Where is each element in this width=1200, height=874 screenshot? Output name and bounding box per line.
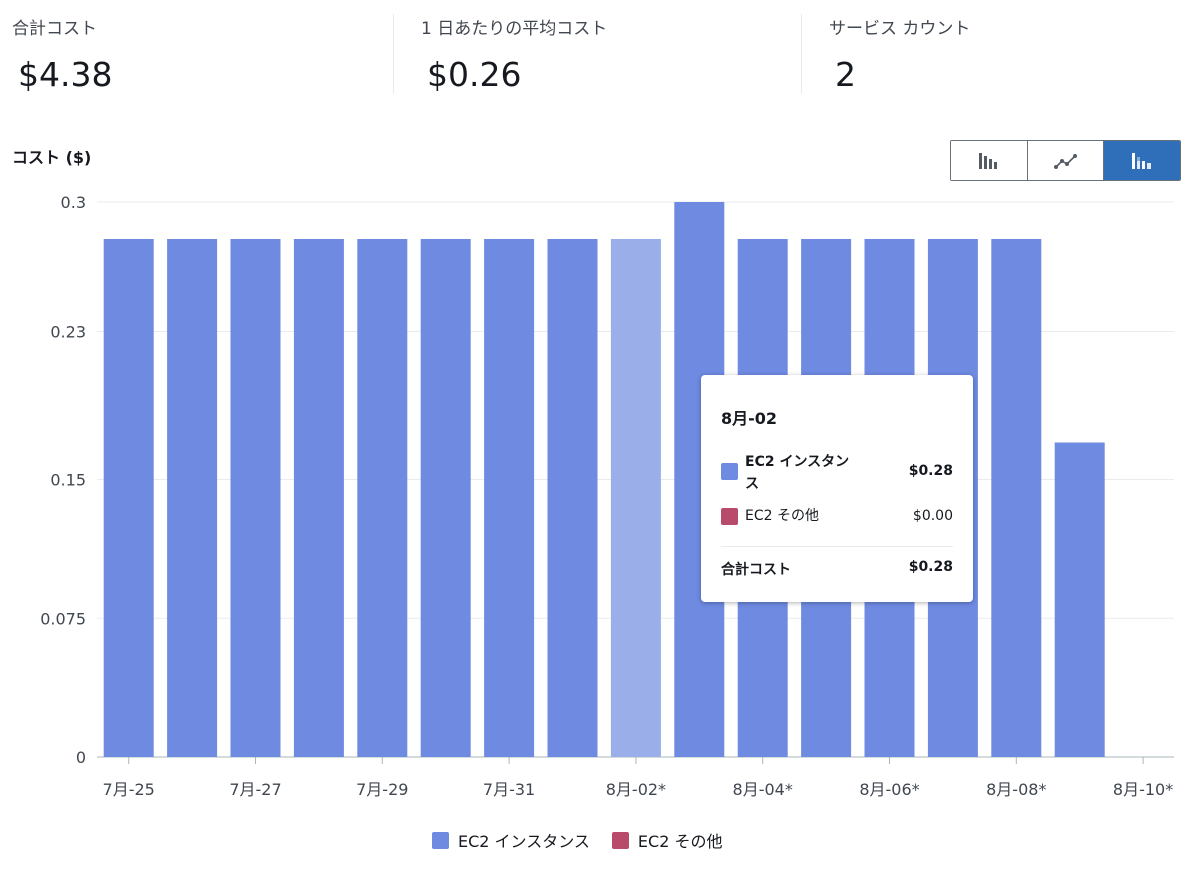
- bar-ec2-instance: [991, 239, 1042, 757]
- bar-ec2-instance: [610, 239, 661, 757]
- bar-ec2-instance: [167, 239, 218, 757]
- x-tick-label: 7月-27: [229, 780, 281, 799]
- tooltip-total-label: 合計コスト: [721, 562, 791, 578]
- tooltip-series-name: EC2 インスタンス: [745, 454, 850, 492]
- x-tick-label: 8月-08*: [986, 780, 1046, 799]
- tooltip-series-name: EC2 その他: [745, 508, 819, 524]
- tooltip-series-value: $0.28: [908, 463, 953, 479]
- bar-ec2-instance: [484, 239, 535, 757]
- legend-swatch: [611, 831, 629, 849]
- x-tick-label: 8月-10*: [1113, 780, 1173, 799]
- y-tick-label: 0.15: [50, 471, 86, 490]
- bar-ec2-instance: [293, 239, 344, 757]
- legend-item-ec2-instance[interactable]: EC2 インスタンス: [432, 828, 590, 852]
- x-tick-label: 8月-04*: [733, 780, 793, 799]
- legend-label: EC2 インスタンス: [458, 832, 590, 851]
- tooltip-divider: [721, 546, 953, 547]
- y-tick-label: 0: [76, 748, 86, 767]
- chart-tooltip: 8月-02 EC2 インスタンス $0.28 EC2 その他 $0.00 合計コ…: [701, 375, 973, 602]
- y-tick-label: 0.23: [50, 323, 86, 342]
- tooltip-total-row: 合計コスト $0.28: [721, 559, 953, 579]
- tooltip-swatch-ec2-instance: [721, 463, 738, 480]
- y-tick-label: 0.3: [61, 193, 86, 212]
- legend-swatch: [432, 831, 449, 849]
- legend-item-ec2-other[interactable]: EC2 その他: [611, 828, 723, 852]
- tooltip-series-value: $0.00: [912, 508, 953, 524]
- bar-ec2-instance: [420, 239, 471, 757]
- tooltip-total-value: $0.28: [908, 559, 953, 575]
- bar-ec2-instance: [103, 239, 154, 757]
- x-tick-label: 7月-31: [483, 780, 535, 799]
- tooltip-swatch-ec2-other: [721, 508, 738, 525]
- y-tick-label: 0.075: [40, 609, 86, 628]
- x-tick-label: 7月-29: [356, 780, 408, 799]
- legend-label: EC2 その他: [637, 832, 723, 851]
- bar-ec2-instance: [1054, 442, 1105, 757]
- x-tick-label: 8月-06*: [859, 780, 919, 799]
- chart-legend: EC2 インスタンス EC2 その他: [432, 828, 744, 852]
- bar-ec2-instance: [547, 239, 598, 757]
- bar-ec2-instance: [230, 239, 281, 757]
- bar-ec2-instance: [357, 239, 408, 757]
- cost-bar-chart: 0 0.075 0.15 0.23 0.3 7月-25 7月-27 7月-29 7月-31 8月-…: [40, 193, 1174, 799]
- tooltip-date: 8月-02: [721, 409, 778, 428]
- x-tick-label: 7月-25: [103, 780, 155, 799]
- x-tick-label: 8月-02*: [606, 780, 666, 799]
